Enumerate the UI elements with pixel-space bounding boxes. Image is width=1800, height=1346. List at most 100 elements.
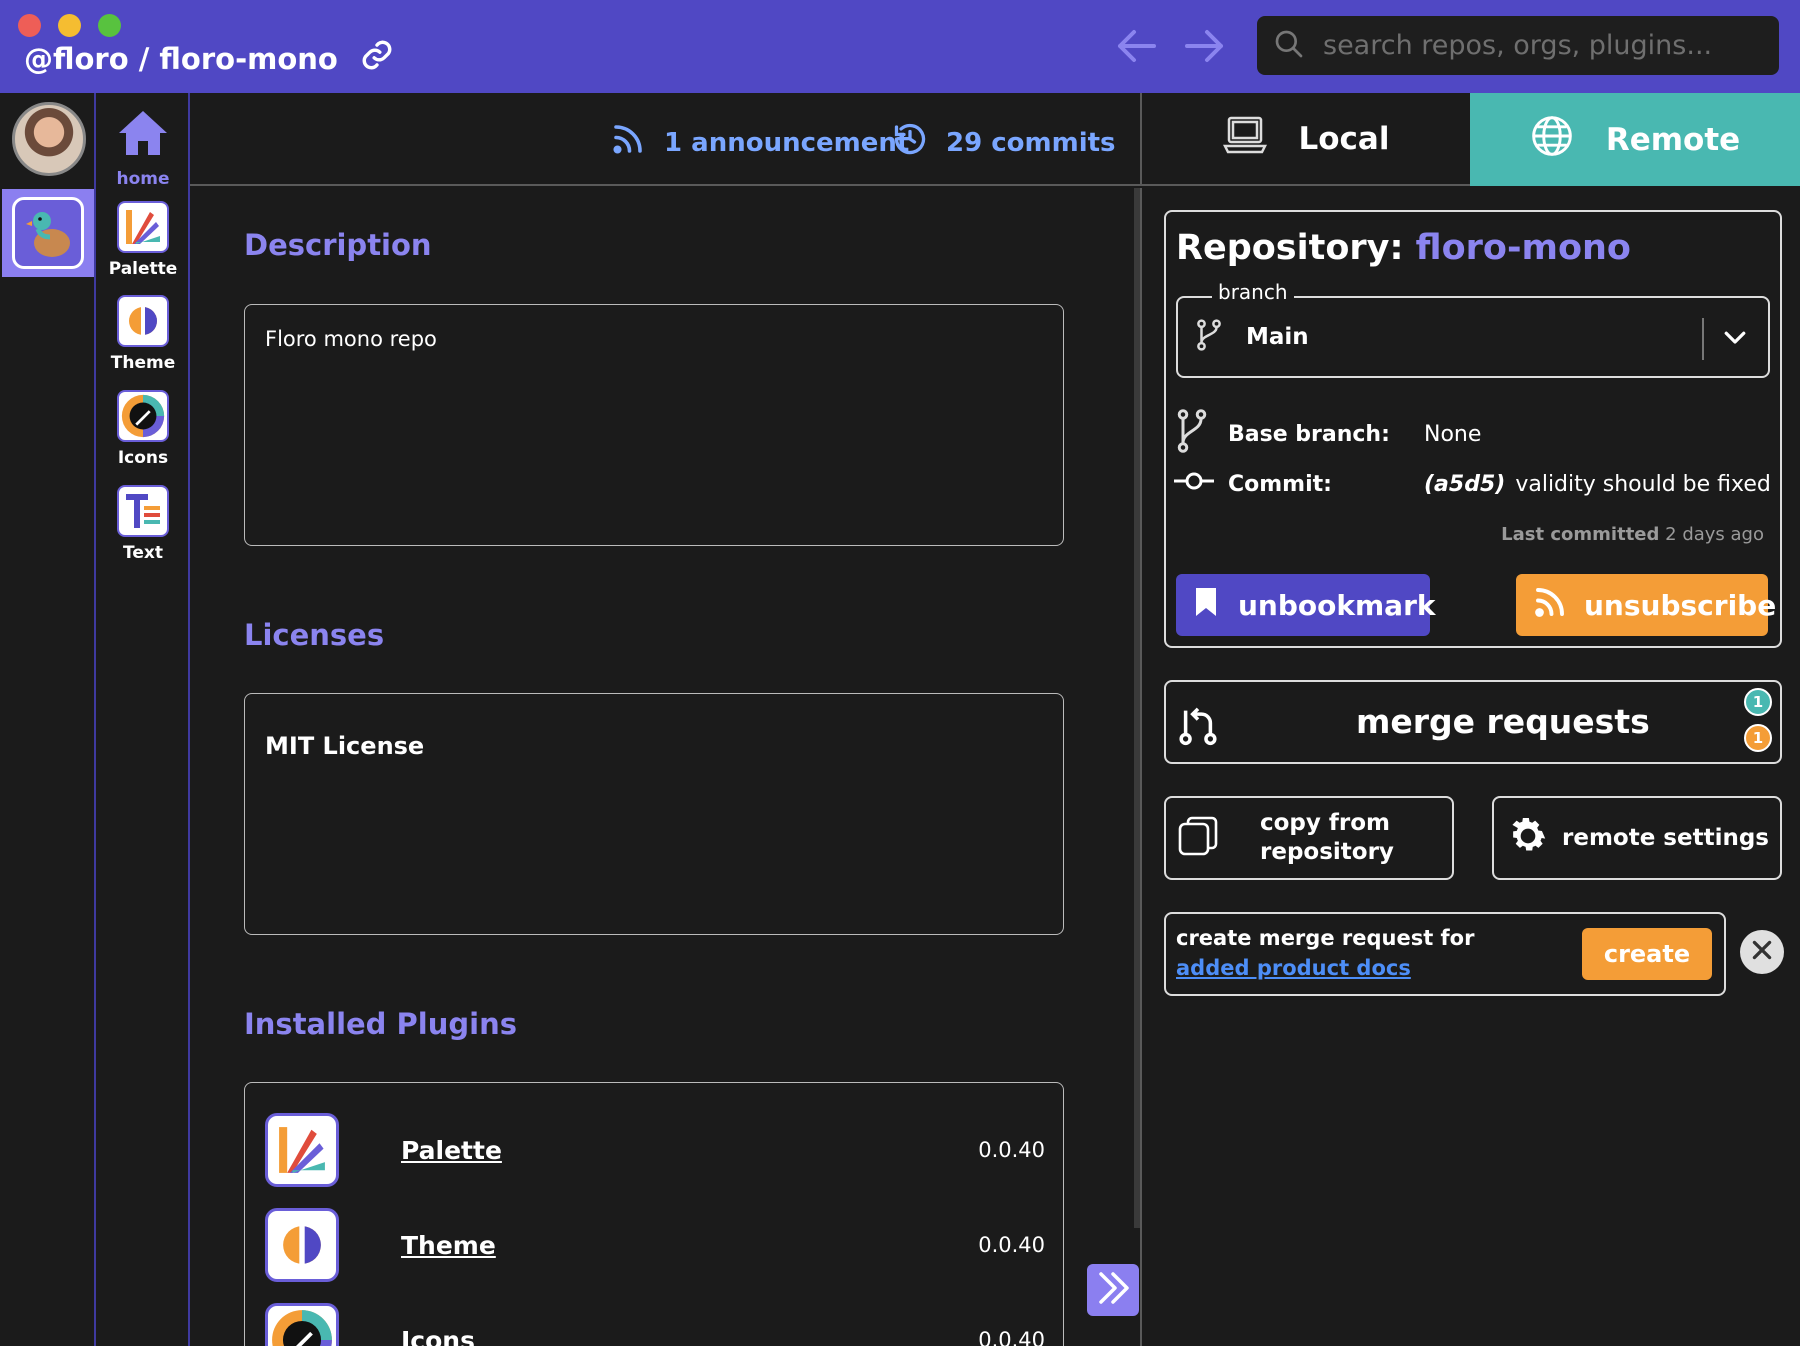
base-branch-label: Base branch: [1228, 421, 1390, 447]
license-text: MIT License [265, 732, 425, 760]
icons-plugin-icon [117, 390, 169, 442]
expand-panel-button[interactable] [1087, 1264, 1139, 1316]
nav-home-label: home [116, 169, 170, 189]
repository-card: Repository: floro-mono Main branch Base … [1164, 210, 1782, 648]
branch-legend: branch [1212, 280, 1294, 304]
maximize-window-button[interactable] [98, 14, 121, 37]
git-branch-icon [1174, 408, 1210, 460]
commit-sha: (a5d5) [1424, 471, 1506, 497]
branch-select[interactable]: Main [1176, 296, 1770, 378]
nav-home[interactable]: home [96, 107, 190, 189]
bookmark-icon [1194, 586, 1218, 625]
copy-line-1: copy from [1260, 810, 1391, 836]
licenses-title: Licenses [244, 618, 385, 652]
branch-value: Main [1246, 324, 1309, 350]
copy-from-repository-button[interactable]: copy from repository [1164, 796, 1454, 880]
icons-plugin-icon [265, 1303, 339, 1346]
commit-value: (a5d5) validity should be fixed [1424, 472, 1771, 497]
list-item: Palette 0.0.40 [265, 1113, 1045, 1187]
open-requests-badge: 1 [1744, 688, 1772, 716]
breadcrumb-text: @floro / floro-mono [24, 41, 338, 76]
pending-requests-badge: 1 [1744, 724, 1772, 752]
tab-local-label: Local [1298, 120, 1390, 157]
double-chevron-right-icon [1093, 1268, 1133, 1312]
rss-icon [1532, 584, 1568, 627]
plugin-name-link[interactable]: Icons [401, 1326, 978, 1346]
forward-arrow-icon[interactable] [1183, 26, 1227, 66]
commits-link[interactable]: 29 commits [892, 121, 1116, 164]
chevron-down-icon[interactable] [1720, 322, 1750, 356]
search-input[interactable] [1323, 30, 1743, 61]
theme-icon [265, 1208, 339, 1282]
globe-icon [1530, 114, 1574, 166]
commit-message: validity should be fixed [1515, 471, 1771, 497]
account-rail [0, 93, 96, 1346]
licenses-box: MIT License [244, 693, 1064, 935]
copy-from-repository-label: copy from repository [1260, 809, 1394, 867]
text-plugin-icon [117, 485, 169, 537]
plugin-rail: home Palette Theme Icons Text [96, 93, 190, 1346]
create-merge-request-text: create merge request for [1176, 926, 1475, 950]
palette-icon [117, 201, 169, 253]
nav-theme[interactable]: Theme [96, 295, 190, 373]
remote-panel: Repository: floro-mono Main branch Base … [1140, 188, 1800, 1346]
user-avatar[interactable] [12, 102, 86, 176]
copy-icon [1176, 814, 1220, 862]
tab-remote[interactable]: Remote [1470, 93, 1800, 186]
base-branch-value: None [1424, 421, 1482, 447]
repository-title: Repository: floro-mono [1176, 228, 1631, 268]
link-icon[interactable] [360, 38, 394, 79]
dismiss-button[interactable] [1740, 930, 1784, 974]
source-branch-link[interactable]: added product docs [1176, 956, 1411, 980]
nav-icons-label: Icons [117, 448, 169, 468]
description-text: Floro mono repo [265, 327, 437, 351]
search-icon [1273, 28, 1305, 64]
installed-plugins-box: Palette 0.0.40 Theme 0.0.40 Icons 0.0.40 [244, 1082, 1064, 1346]
plugin-version: 0.0.40 [978, 1138, 1045, 1162]
commit-label: Commit: [1228, 471, 1332, 497]
announcements-link[interactable]: 1 announcement [610, 121, 909, 164]
remote-settings-button[interactable]: remote settings [1492, 796, 1782, 880]
base-branch-row: Base branch: None [1174, 408, 1481, 460]
installed-plugins-title: Installed Plugins [244, 1007, 517, 1041]
breadcrumb: @floro / floro-mono [24, 38, 394, 79]
minimize-window-button[interactable] [58, 14, 81, 37]
plugin-version: 0.0.40 [978, 1328, 1045, 1346]
unsubscribe-button[interactable]: unsubscribe [1516, 574, 1776, 636]
nav-palette-label: Palette [108, 259, 178, 279]
home-icon [116, 107, 170, 163]
nav-palette[interactable]: Palette [96, 201, 190, 279]
repo-tile[interactable] [2, 189, 94, 277]
merge-requests-button[interactable]: merge requests 1 1 [1164, 680, 1782, 764]
close-icon [1749, 937, 1775, 967]
git-branch-icon [1194, 317, 1224, 357]
nav-text[interactable]: Text [96, 485, 190, 563]
list-item: Theme 0.0.40 [265, 1208, 1045, 1282]
plugin-name-link[interactable]: Palette [401, 1136, 978, 1165]
last-committed-value: 2 days ago [1665, 524, 1764, 545]
merge-requests-label: merge requests [1356, 702, 1650, 741]
search-box[interactable] [1257, 16, 1779, 75]
commits-label: 29 commits [946, 127, 1116, 158]
unbookmark-label: unbookmark [1238, 588, 1436, 622]
theme-icon [117, 295, 169, 347]
description-box: Floro mono repo [244, 304, 1064, 546]
commit-icon [1174, 468, 1214, 500]
tab-local[interactable]: Local [1140, 93, 1470, 186]
nav-text-label: Text [123, 543, 163, 563]
repository-name: floro-mono [1415, 228, 1631, 268]
close-window-button[interactable] [18, 14, 41, 37]
last-committed-label: Last committed [1501, 524, 1660, 545]
back-arrow-icon[interactable] [1114, 26, 1158, 66]
commit-row: Commit: (a5d5) validity should be fixed [1174, 468, 1771, 500]
create-button[interactable]: create [1582, 928, 1712, 980]
plugin-version: 0.0.40 [978, 1233, 1045, 1257]
description-title: Description [244, 228, 432, 262]
nav-icons[interactable]: Icons [96, 390, 190, 468]
announcements-label: 1 announcement [664, 127, 910, 158]
unbookmark-button[interactable]: unbookmark [1176, 574, 1436, 636]
unsubscribe-label: unsubscribe [1584, 588, 1777, 622]
copy-line-2: repository [1260, 839, 1394, 865]
plugin-name-link[interactable]: Theme [401, 1231, 978, 1260]
history-icon [892, 121, 928, 164]
